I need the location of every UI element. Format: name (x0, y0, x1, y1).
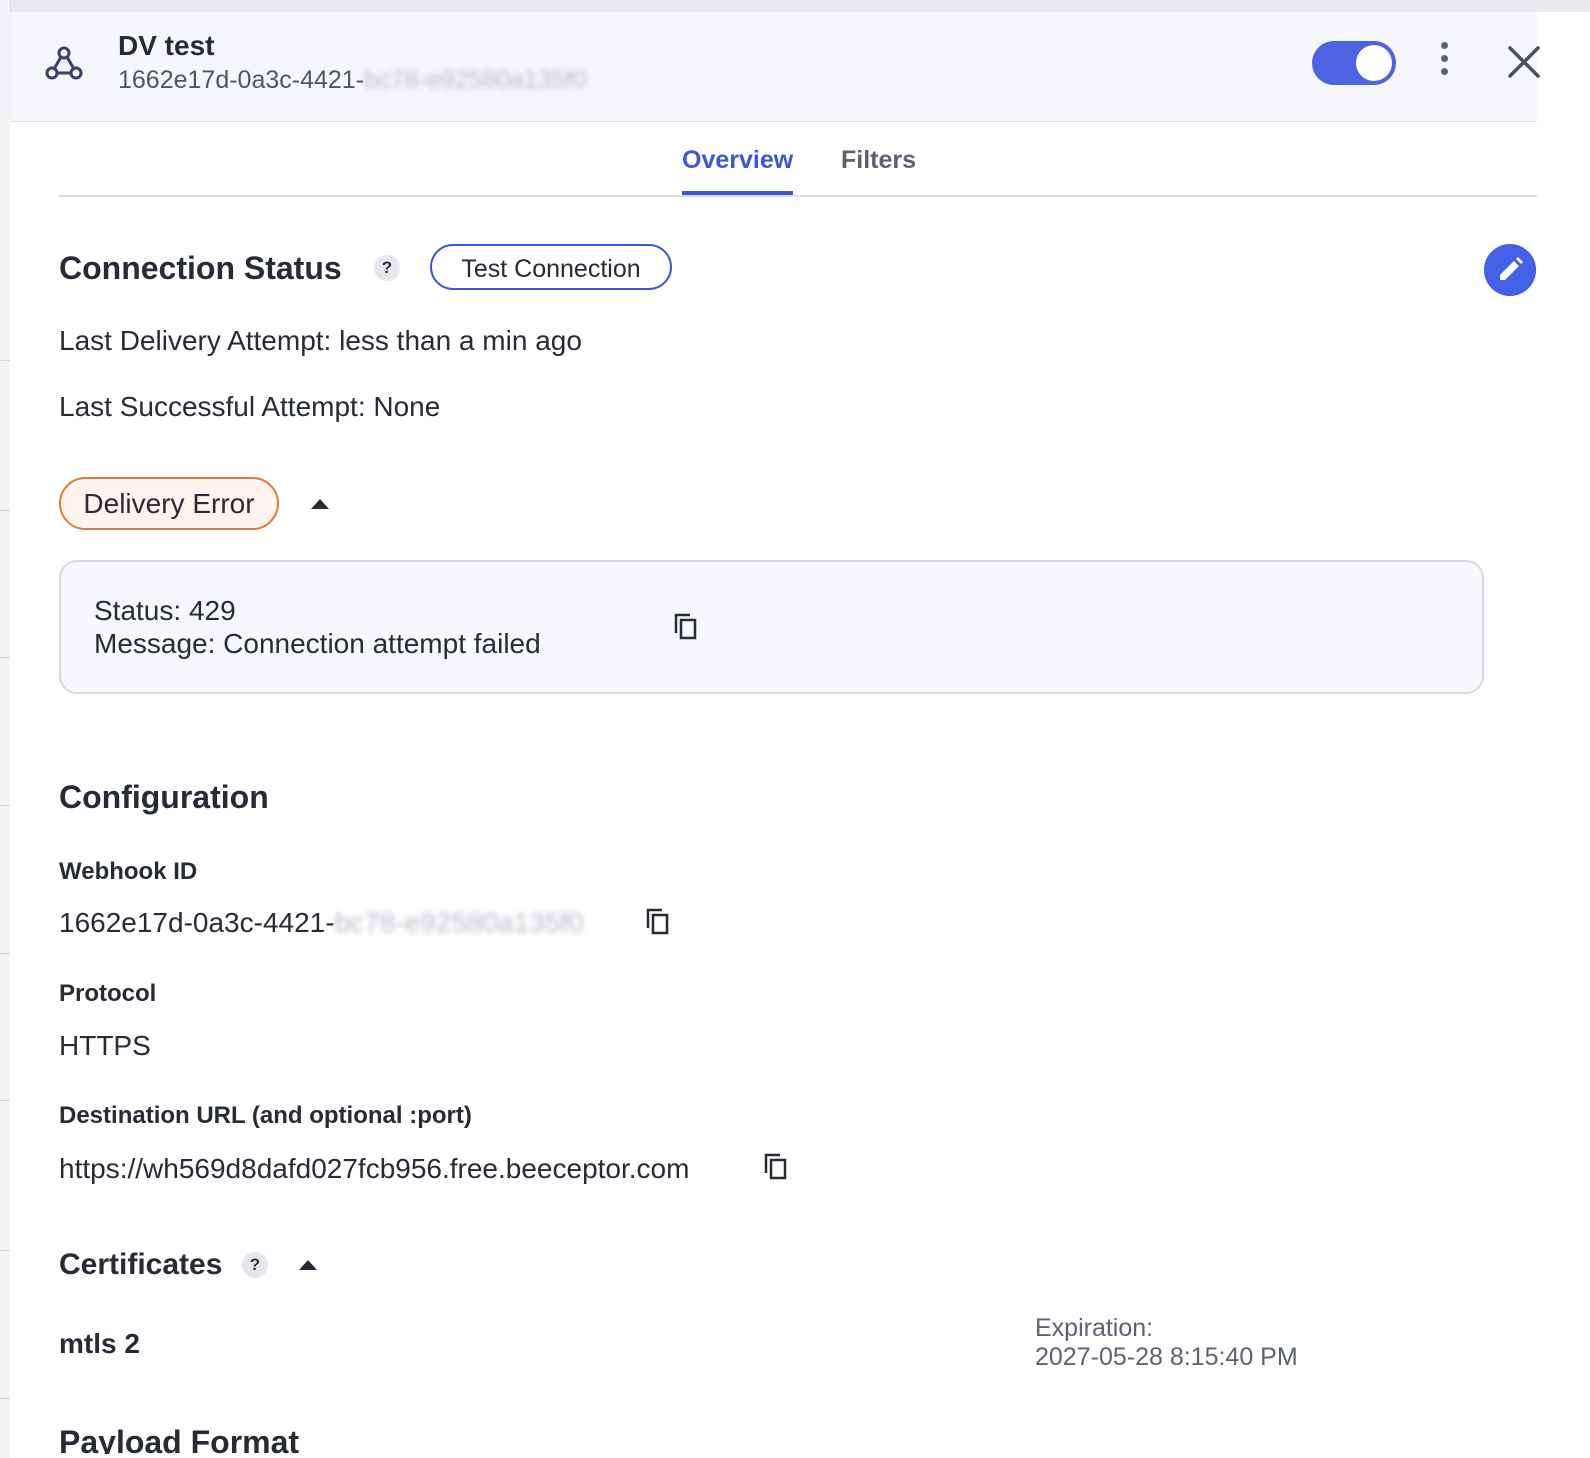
configuration-heading: Configuration (59, 779, 269, 815)
tab-bar: Overview Filters (59, 122, 1537, 197)
copy-icon[interactable] (645, 907, 673, 939)
delivery-error-badge: Delivery Error (59, 477, 279, 530)
last-successful-attempt: Last Successful Attempt: None (59, 391, 441, 422)
error-message: Message: Connection attempt failed (94, 628, 541, 659)
webhook-id-subtitle: 1662e17d-0a3c-4421-bc78-e92580a135f0 (118, 66, 587, 94)
connection-status-heading: Connection Status (59, 250, 342, 286)
active-tab-indicator (682, 191, 793, 195)
webhook-icon (45, 46, 83, 80)
copy-icon[interactable] (763, 1152, 791, 1184)
webhook-title: DV test (118, 30, 215, 61)
certificate-name: mtls 2 (59, 1328, 140, 1359)
redacted-text: bc78-e92580a135f0 (334, 907, 584, 938)
last-delivery-attempt: Last Delivery Attempt: less than a min a… (59, 325, 582, 356)
destination-url-label: Destination URL (and optional :port) (59, 1102, 472, 1129)
enabled-toggle[interactable] (1312, 41, 1396, 85)
copy-icon[interactable] (673, 612, 701, 644)
tab-filters[interactable]: Filters (841, 146, 916, 175)
error-status: Status: 429 (94, 595, 236, 626)
expiration-label: Expiration: (1035, 1314, 1154, 1342)
certificates-heading: Certificates (59, 1248, 223, 1281)
webhook-detail-panel: DV test 1662e17d-0a3c-4421-bc78-e92580a1… (10, 12, 1590, 1458)
redacted-text: bc78-e92580a135f0 (364, 66, 587, 94)
destination-url-value: https://wh569d8dafd027fcb956.free.beecep… (59, 1153, 690, 1184)
expiration-value: 2027-05-28 8:15:40 PM (1035, 1343, 1298, 1371)
error-details-box: Status: 429 Message: Connection attempt … (59, 560, 1484, 694)
collapse-error-caret-icon[interactable] (311, 499, 329, 509)
close-icon[interactable] (1504, 42, 1544, 82)
certificates-help-icon[interactable]: ? (242, 1252, 268, 1278)
backdrop-shadow (1170, 0, 1590, 12)
tab-overview[interactable]: Overview (682, 146, 793, 175)
connection-help-icon[interactable]: ? (374, 255, 400, 281)
test-connection-button[interactable]: Test Connection (430, 244, 672, 290)
webhook-id-label: Webhook ID (59, 858, 198, 885)
protocol-label: Protocol (59, 980, 157, 1007)
webhook-id-value: 1662e17d-0a3c-4421-bc78-e92580a135f0 (59, 907, 584, 938)
panel-header: DV test 1662e17d-0a3c-4421-bc78-e92580a1… (10, 12, 1540, 122)
payload-format-heading: Payload Format (59, 1424, 300, 1454)
protocol-value: HTTPS (59, 1030, 151, 1061)
more-options-icon[interactable] (1434, 42, 1454, 82)
edit-icon[interactable] (1484, 244, 1536, 296)
collapse-certificates-caret-icon[interactable] (299, 1260, 317, 1270)
